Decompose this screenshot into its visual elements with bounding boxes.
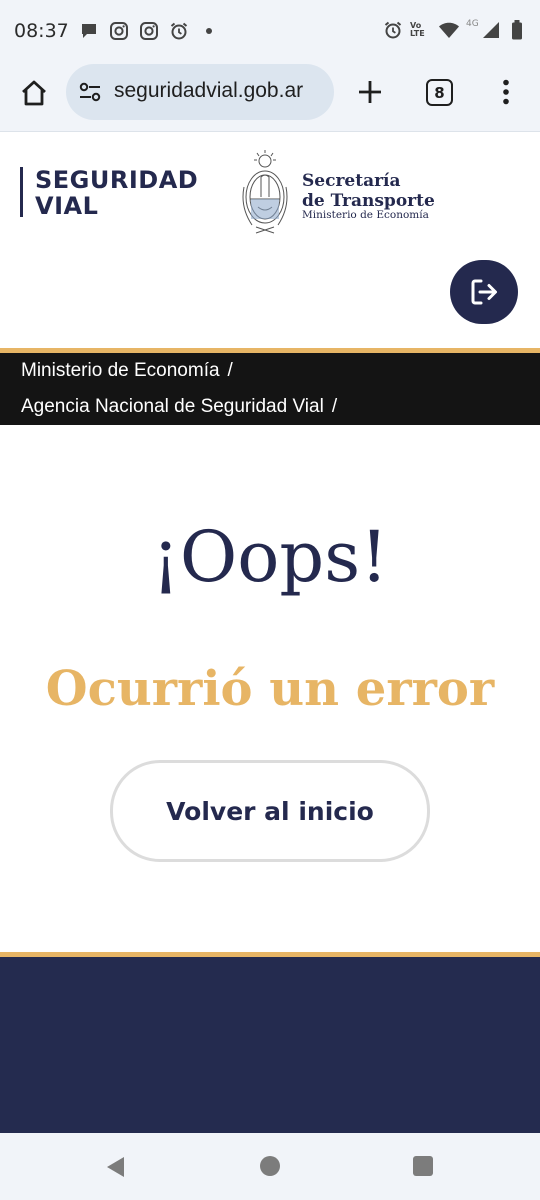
site-footer	[0, 957, 540, 1133]
battery-icon	[506, 19, 528, 41]
site-header: SEGURIDAD VIAL Secretaría de Transporte …	[0, 133, 540, 348]
alarm-icon	[168, 20, 190, 42]
argentina-coat-of-arms-icon	[236, 147, 294, 237]
nav-recents-icon[interactable]	[413, 1156, 433, 1176]
breadcrumb-item-ministerio[interactable]: Ministerio de Economía /	[21, 353, 540, 389]
network-label: 4G	[466, 19, 479, 29]
chat-bubble-icon	[78, 20, 100, 42]
secretaria-line-2: de Transporte	[302, 191, 435, 211]
instagram-icon	[108, 20, 130, 42]
instagram-icon	[138, 20, 160, 42]
error-heading: ¡Oops!	[151, 516, 389, 598]
error-message: Ocurrió un error	[45, 661, 495, 717]
breadcrumb-separator: /	[227, 360, 233, 381]
secretaria-line-1: Secretaría	[302, 171, 401, 191]
tune-icon[interactable]	[78, 80, 102, 104]
wifi-icon	[438, 19, 460, 41]
logout-button[interactable]	[450, 260, 518, 324]
breadcrumb-label[interactable]: Agencia Nacional de Seguridad Vial	[21, 396, 324, 418]
system-nav-bar	[0, 1133, 540, 1200]
home-button[interactable]	[16, 75, 52, 111]
nav-home-icon[interactable]	[260, 1156, 280, 1176]
browser-toolbar: seguridadvial.gob.ar 8	[0, 62, 540, 132]
seguridad-vial-logo[interactable]: SEGURIDAD VIAL	[20, 166, 210, 220]
new-tab-button[interactable]	[352, 74, 388, 110]
volte-icon: Vo LTE	[410, 21, 425, 38]
home-icon	[22, 80, 46, 106]
url-text[interactable]: seguridadvial.gob.ar	[114, 79, 303, 103]
status-bar: 08:37 Vo LTE 4G	[0, 0, 540, 62]
system-icons: Vo LTE 4G	[382, 19, 528, 41]
breadcrumb-separator: /	[331, 396, 338, 417]
secretaria-title: Secretaría de Transporte	[302, 171, 435, 211]
breadcrumb: Ministerio de Economía / Agencia Naciona…	[0, 353, 540, 425]
back-home-button[interactable]: Volver al inicio	[110, 760, 430, 862]
plus-icon	[359, 81, 381, 103]
logout-icon	[471, 279, 497, 305]
nav-back-icon[interactable]	[104, 1155, 128, 1179]
address-bar[interactable]: seguridadvial.gob.ar	[66, 64, 334, 120]
logo-line-1: SEGURIDAD	[35, 166, 199, 194]
tab-switcher-button[interactable]: 8	[426, 79, 453, 106]
logo-line-2: VIAL	[35, 192, 99, 220]
4g-signal-icon: 4G	[466, 19, 500, 41]
more-vertical-icon	[503, 79, 509, 105]
dot-icon	[198, 20, 220, 42]
breadcrumb-item-agencia[interactable]: Agencia Nacional de Seguridad Vial /	[21, 389, 540, 425]
notification-icons	[78, 20, 220, 42]
ministerio-subtitle: Ministerio de Economía	[302, 209, 429, 221]
alarm-icon	[382, 19, 404, 41]
status-time: 08:37	[14, 20, 69, 42]
browser-menu-button[interactable]	[494, 74, 518, 110]
breadcrumb-label[interactable]: Ministerio de Economía	[21, 360, 220, 382]
